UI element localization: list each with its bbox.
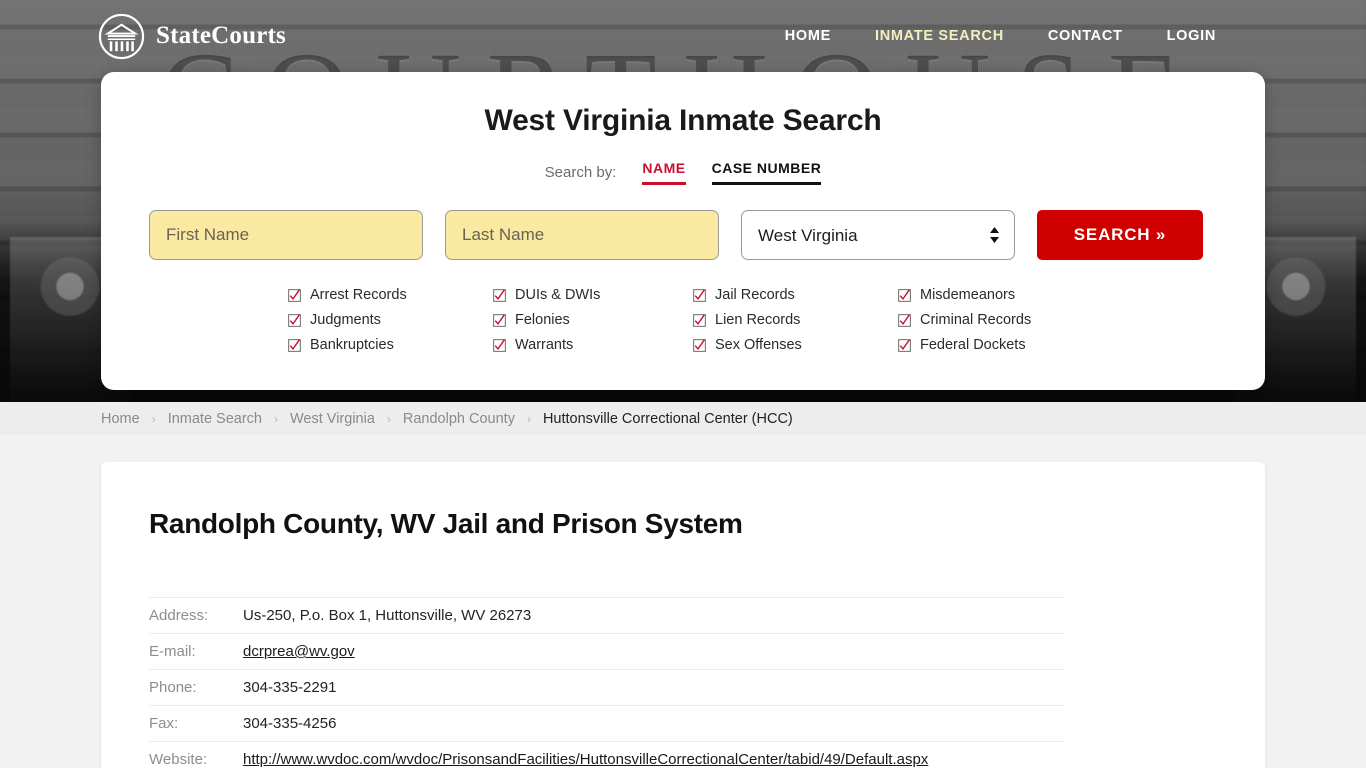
facility-info-link[interactable]: http://www.wvdoc.com/wvdoc/PrisonsandFac… — [243, 751, 928, 768]
record-type-label: Criminal Records — [920, 312, 1032, 328]
record-type-label: Judgments — [310, 312, 381, 328]
facility-info-value[interactable]: http://www.wvdoc.com/wvdoc/PrisonsandFac… — [241, 741, 1065, 768]
facility-info-table: Address: Us-250, P.o. Box 1, Huttonsville… — [149, 597, 1065, 768]
record-type-label: DUIs & DWIs — [515, 287, 601, 303]
checkmark-icon — [288, 288, 301, 302]
checkmark-icon — [693, 313, 706, 327]
facility-info-row: Address: Us-250, P.o. Box 1, Huttonsville… — [149, 597, 1065, 634]
record-type-item[interactable]: Misdemeanors — [898, 287, 1088, 303]
record-type-item[interactable]: Sex Offenses — [693, 337, 898, 353]
record-type-item[interactable]: Bankruptcies — [288, 337, 493, 353]
nav-link-contact[interactable]: CONTACT — [1048, 28, 1123, 44]
facility-info-label: E-mail: — [149, 633, 241, 670]
facility-info-row: Website: http://www.wvdoc.com/wvdoc/Priso… — [149, 741, 1065, 768]
page-title: West Virginia Inmate Search — [484, 104, 882, 137]
facility-info-label: Website: — [149, 741, 241, 768]
top-bar: StateCourts HOME INMATE SEARCH CONTACT L… — [0, 0, 1366, 72]
breadcrumb-item-home[interactable]: Home — [101, 411, 140, 427]
main-navigation: HOME INMATE SEARCH CONTACT LOGIN — [785, 28, 1216, 44]
facility-info-row: Phone: 304-335-2291 — [149, 669, 1065, 706]
brand-logo[interactable]: StateCourts — [98, 13, 286, 60]
facility-info-row: E-mail: dcrprea@wv.gov — [149, 633, 1065, 670]
facility-info-label: Phone: — [149, 669, 241, 706]
search-form: West Virginia SEARCH » — [149, 210, 1217, 260]
state-select[interactable]: West Virginia — [741, 210, 1015, 260]
checkmark-icon — [288, 338, 301, 352]
checkmark-icon — [693, 338, 706, 352]
facility-info-link[interactable]: dcrprea@wv.gov — [243, 643, 355, 660]
facility-info-value: Us-250, P.o. Box 1, Huttonsville, WV 262… — [241, 597, 1065, 634]
record-type-label: Arrest Records — [310, 287, 407, 303]
record-type-item[interactable]: Jail Records — [693, 287, 898, 303]
record-type-label: Bankruptcies — [310, 337, 394, 353]
record-type-item[interactable]: Warrants — [493, 337, 693, 353]
checkmark-icon — [493, 288, 506, 302]
checkmark-icon — [288, 313, 301, 327]
breadcrumb-item-current: Huttonsville Correctional Center (HCC) — [542, 410, 793, 427]
facility-info-label: Address: — [149, 597, 241, 634]
record-type-label: Federal Dockets — [920, 337, 1026, 353]
record-type-item[interactable]: Judgments — [288, 312, 493, 328]
record-type-label: Misdemeanors — [920, 287, 1016, 303]
search-button-label: SEARCH — [1073, 225, 1151, 244]
breadcrumb-separator-icon: › — [274, 411, 278, 426]
inmate-search-panel: West Virginia Inmate Search Search by: N… — [101, 72, 1265, 390]
record-type-item[interactable]: Criminal Records — [898, 312, 1088, 328]
breadcrumb-separator-icon: › — [151, 411, 156, 426]
record-type-item[interactable]: DUIs & DWIs — [493, 287, 693, 303]
facility-info-row: Fax: 304-335-4256 — [149, 705, 1065, 742]
checkmark-icon — [898, 338, 911, 352]
nav-link-inmate-search[interactable]: INMATE SEARCH — [875, 28, 1004, 44]
facility-card: Randolph County, WV Jail and Prison Syst… — [101, 462, 1265, 768]
facility-info-value: 304-335-2291 — [241, 669, 1065, 706]
record-type-item[interactable]: Felonies — [493, 312, 693, 328]
record-type-item[interactable]: Lien Records — [693, 312, 898, 328]
hero-header: COURTHOUSE StateCourts HOME — [0, 0, 1366, 402]
facility-info-value: 304-335-4256 — [241, 705, 1065, 742]
state-select-wrapper: West Virginia — [741, 210, 1015, 260]
record-type-label: Sex Offenses — [715, 337, 802, 353]
breadcrumb-item-randolph-county[interactable]: Randolph County — [403, 411, 515, 427]
tab-case-number[interactable]: CASE NUMBER — [711, 160, 822, 185]
checkmark-icon — [898, 288, 911, 302]
breadcrumb-item-west-virginia[interactable]: West Virginia — [290, 411, 375, 427]
search-by-tabs: Search by: NAME CASE NUMBER — [149, 160, 1217, 185]
record-type-item[interactable]: Arrest Records — [288, 287, 493, 303]
breadcrumb-separator-icon: › — [386, 411, 391, 426]
tab-name[interactable]: NAME — [642, 160, 686, 185]
checkmark-icon — [898, 313, 911, 327]
search-button[interactable]: SEARCH » — [1037, 210, 1203, 260]
double-chevron-right-icon: » — [1155, 225, 1167, 244]
record-type-label: Warrants — [515, 337, 574, 353]
checkmark-icon — [493, 313, 506, 327]
search-by-label: Search by: — [544, 164, 617, 181]
breadcrumb-item-inmate-search[interactable]: Inmate Search — [168, 411, 262, 427]
checkmark-icon — [693, 288, 706, 302]
facility-title: Randolph County, WV Jail and Prison Syst… — [149, 508, 743, 539]
nav-link-login[interactable]: LOGIN — [1167, 28, 1216, 44]
brand-name: StateCourts — [156, 22, 286, 49]
nav-link-home[interactable]: HOME — [785, 28, 831, 44]
checkmark-icon — [493, 338, 506, 352]
breadcrumb-separator-icon: › — [526, 411, 531, 426]
breadcrumb: Home › Inmate Search › West Virginia › R… — [0, 402, 1366, 435]
record-type-list: Arrest Records DUIs & DWIs Jail Records Mis… — [149, 287, 1217, 353]
facility-info-body: Address: Us-250, P.o. Box 1, Huttonsville… — [149, 597, 1065, 768]
record-type-label: Felonies — [515, 312, 570, 328]
record-type-label: Jail Records — [715, 287, 795, 303]
courthouse-circle-icon — [98, 13, 145, 60]
record-type-item[interactable]: Federal Dockets — [898, 337, 1088, 353]
facility-info-value[interactable]: dcrprea@wv.gov — [241, 633, 1065, 670]
last-name-input[interactable] — [445, 210, 719, 260]
record-type-label: Lien Records — [715, 312, 801, 328]
page-body: Randolph County, WV Jail and Prison Syst… — [0, 435, 1366, 768]
first-name-input[interactable] — [149, 210, 423, 260]
facility-info-label: Fax: — [149, 705, 241, 742]
